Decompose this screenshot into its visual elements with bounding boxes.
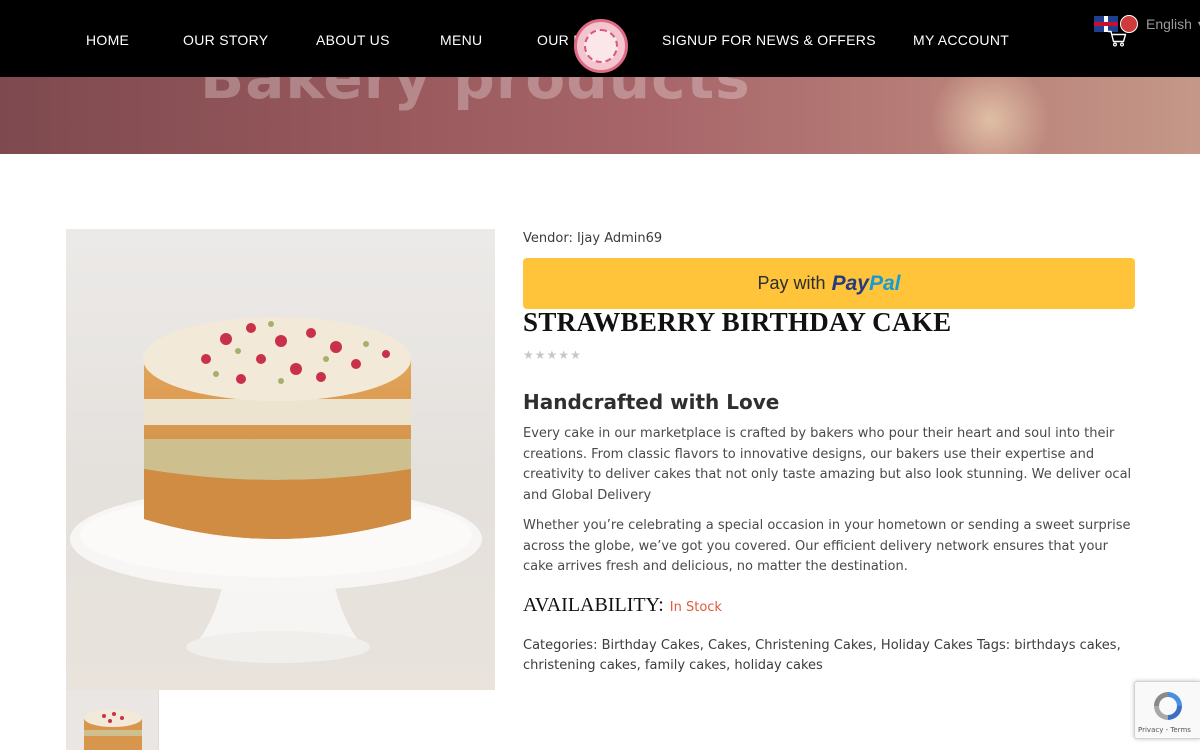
vendor-label: Vendor: Ijay Admin69 — [523, 231, 663, 246]
star-icon: ★ — [546, 348, 558, 362]
recaptcha-footer: Privacy - Terms — [1138, 726, 1191, 734]
nav-about-us[interactable]: ABOUT US — [316, 32, 390, 48]
stock-status: In Stock — [669, 600, 722, 615]
logo-inner — [584, 29, 618, 63]
paypal-button[interactable]: Pay with PayPal — [523, 258, 1135, 309]
availability-label: AVAILABILITY: — [523, 594, 664, 616]
nav-our-story[interactable]: OUR STORY — [183, 32, 268, 48]
star-rating: ★ ★ ★ ★ ★ — [523, 348, 581, 362]
paypal-brand-b: Pal — [868, 271, 901, 295]
nav-my-account[interactable]: MY ACCOUNT — [913, 32, 1009, 48]
language-label: English — [1146, 16, 1192, 32]
category-link[interactable]: Holiday Cakes — [881, 638, 973, 653]
availability: AVAILABILITY: In Stock — [523, 594, 722, 617]
tag-link[interactable]: family cakes — [645, 658, 726, 673]
star-icon: ★ — [570, 348, 581, 362]
recaptcha-icon — [1154, 692, 1182, 720]
paypal-brand-a: Pay — [831, 271, 869, 295]
star-icon: ★ — [534, 348, 546, 362]
nav-signup[interactable]: SIGNUP FOR NEWS & OFFERS — [662, 32, 876, 48]
star-icon: ★ — [558, 348, 570, 362]
star-icon: ★ — [523, 348, 534, 362]
category-link[interactable]: Cakes — [708, 638, 747, 653]
paypal-logo: PayPal — [832, 272, 901, 296]
tag-link[interactable]: christening cakes — [523, 658, 637, 673]
description-paragraph: Whether you’re celebrating a special occ… — [523, 518, 1131, 575]
tag-link[interactable]: holiday cakes — [734, 658, 822, 673]
nav-menu[interactable]: MENU — [440, 32, 482, 48]
description-paragraph: Every cake in our marketplace is crafted… — [523, 426, 1132, 503]
product-title: STRAWBERRY BIRTHDAY CAKE — [523, 307, 952, 337]
nav-home[interactable]: HOME — [86, 32, 129, 48]
category-link[interactable]: Christening Cakes — [755, 638, 873, 653]
bakery-logo-icon[interactable] — [574, 19, 628, 73]
categories-label: Categories: — [523, 638, 598, 653]
recaptcha-badge[interactable]: Privacy - Terms — [1134, 681, 1200, 739]
main-navigation: HOME OUR STORY ABOUT US MENU OUR B SIGNU… — [0, 0, 1200, 77]
product-image[interactable] — [66, 229, 495, 690]
tag-link[interactable]: birthdays cakes — [1014, 638, 1116, 653]
product-thumbnail[interactable] — [66, 690, 159, 750]
category-link[interactable]: Birthday Cakes — [602, 638, 700, 653]
paypal-prefix: Pay with — [757, 273, 826, 293]
tags-label: Tags: — [976, 638, 1011, 653]
shopping-cart-icon[interactable] — [1107, 30, 1127, 51]
product-meta: Categories: Birthday Cakes, Cakes, Chris… — [523, 638, 1121, 673]
description-heading: Handcrafted with Love — [523, 390, 780, 414]
